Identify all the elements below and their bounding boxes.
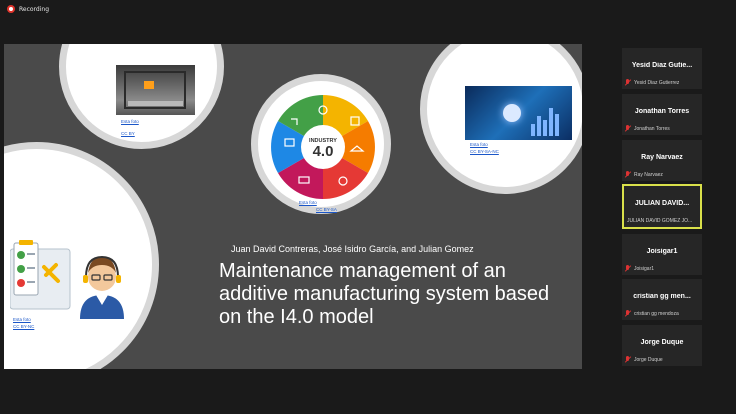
mic-muted-icon [625, 171, 631, 178]
participant-label-text: Joisigar1 [634, 265, 655, 272]
participant-label-text: Ray Narvaez [634, 171, 663, 178]
participant-name: Joisigar1 [646, 248, 678, 255]
participant-tile[interactable]: cristian gg men... cristian gg mendoza [622, 279, 702, 320]
participant-label: Jonathan Torres [625, 125, 670, 132]
participant-label: JULIAN DAVID GOMEZ JO... [627, 218, 692, 224]
participant-tile[interactable]: Ray Narvaez Ray Narvaez [622, 140, 702, 181]
participant-label-text: cristian gg mendoza [634, 310, 679, 317]
participant-name: cristian gg men... [633, 293, 691, 300]
recording-indicator: Recording [7, 5, 49, 13]
mic-muted-icon [625, 356, 631, 363]
meeting-window: Recording Esta foto CC BY Esta foto CC B… [0, 0, 736, 414]
recording-dot-icon [7, 5, 15, 13]
photo-license-link-1[interactable]: CC BY [121, 131, 135, 137]
photo-credit-link-1[interactable]: Esta foto [121, 119, 139, 125]
participant-name: JULIAN DAVID... [634, 200, 690, 207]
analytics-photo [465, 86, 572, 140]
photo-credit-link-4[interactable]: Esta foto [13, 317, 31, 323]
photo-credit-link-2[interactable]: Esta foto [470, 142, 488, 148]
participant-label-text: JULIAN DAVID GOMEZ JO... [627, 218, 693, 224]
participant-label: Jorge Duque [625, 356, 663, 363]
shared-slide: Esta foto CC BY Esta foto CC BY-SA-NC IN… [4, 44, 582, 369]
participant-name: Jonathan Torres [634, 108, 690, 115]
participant-label: Ray Narvaez [625, 171, 663, 178]
photo-license-link-4[interactable]: CC BY-NC [13, 324, 34, 330]
participant-tile[interactable]: Jonathan Torres Jonathan Torres [622, 94, 702, 135]
support-agent-illustration [10, 240, 124, 319]
wheel-label-main: 4.0 [313, 143, 334, 160]
participant-label: cristian gg mendoza [625, 310, 679, 317]
participant-name: Yesid Diaz Gutie... [631, 62, 693, 69]
participant-label-text: Jorge Duque [634, 356, 663, 363]
printer-photo [116, 65, 195, 115]
participant-name: Jorge Duque [640, 339, 684, 346]
photo-license-link-2[interactable]: CC BY-SA-NC [470, 149, 499, 155]
participant-label: Joisigar1 [625, 265, 654, 272]
participant-label-text: Yesid Diaz Gutierrez [634, 79, 680, 86]
photo-credit-link-3[interactable]: Esta foto [299, 200, 317, 206]
industry-4-wheel: INDUSTRY 4.0 [271, 95, 375, 199]
participant-tile[interactable]: Jorge Duque Jorge Duque [622, 325, 702, 366]
mic-muted-icon [625, 125, 631, 132]
participant-tile-active-speaker[interactable]: JULIAN DAVID... JULIAN DAVID GOMEZ JO... [622, 184, 702, 229]
slide-title: Maintenance management of an additive ma… [219, 260, 550, 328]
participant-tile[interactable]: Joisigar1 Joisigar1 [622, 234, 702, 275]
participant-name: Ray Narvaez [641, 154, 683, 161]
recording-label: Recording [19, 5, 50, 13]
mic-muted-icon [625, 310, 631, 317]
slide-authors: Juan David Contreras, José Isidro García… [231, 244, 474, 254]
photo-license-link-3[interactable]: CC BY-SA [316, 207, 337, 213]
mic-muted-icon [625, 79, 631, 86]
participant-tile[interactable]: Yesid Diaz Gutie... Yesid Diaz Gutierrez [622, 48, 702, 89]
mic-muted-icon [625, 265, 631, 272]
participant-label: Yesid Diaz Gutierrez [625, 79, 679, 86]
participant-label-text: Jonathan Torres [634, 125, 670, 132]
